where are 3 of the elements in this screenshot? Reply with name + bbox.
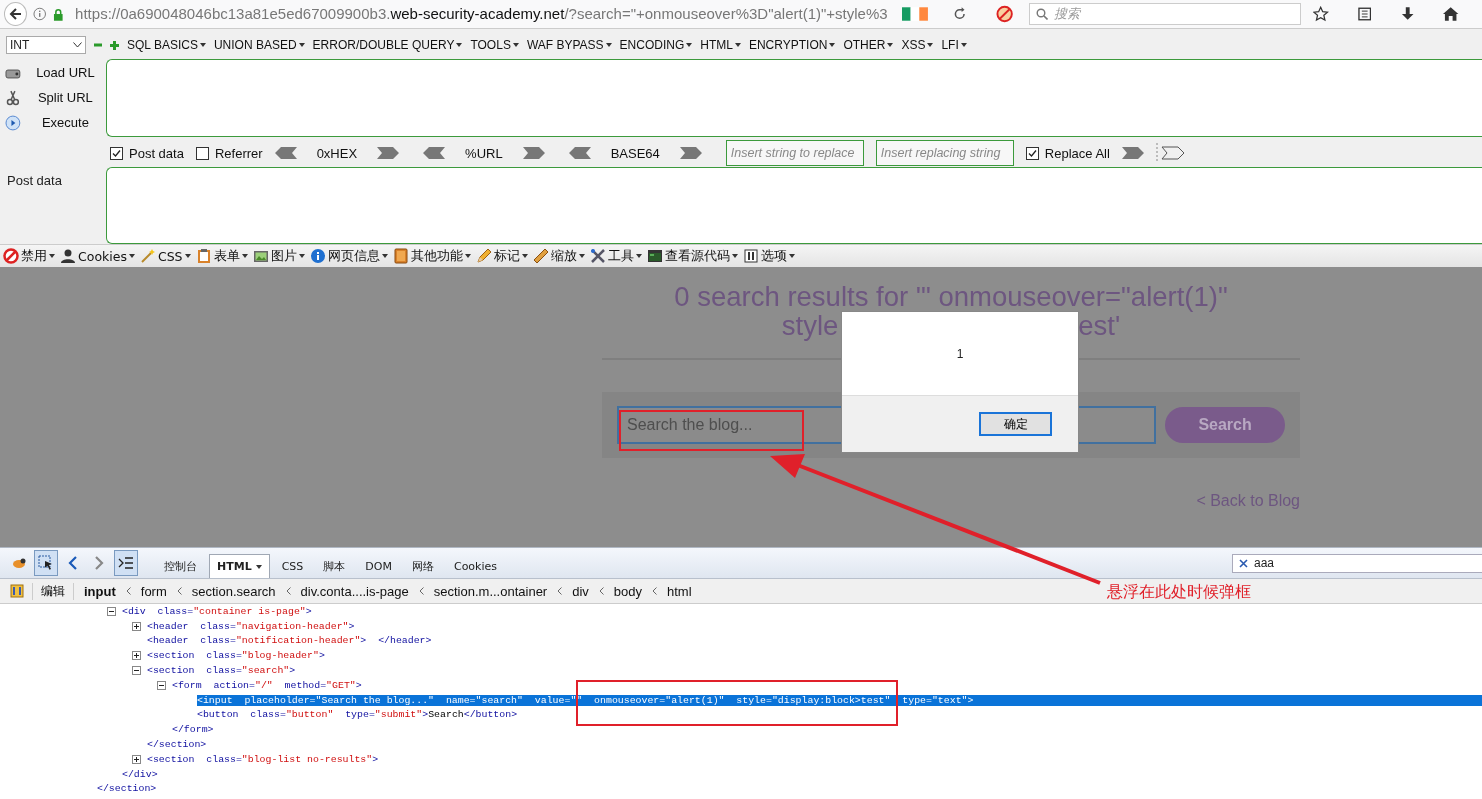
alert-message: 1 bbox=[956, 346, 964, 361]
post-data-label: Post data bbox=[6, 172, 63, 190]
annotation-note: 悬浮在此处时候弹框 bbox=[1107, 582, 1251, 603]
